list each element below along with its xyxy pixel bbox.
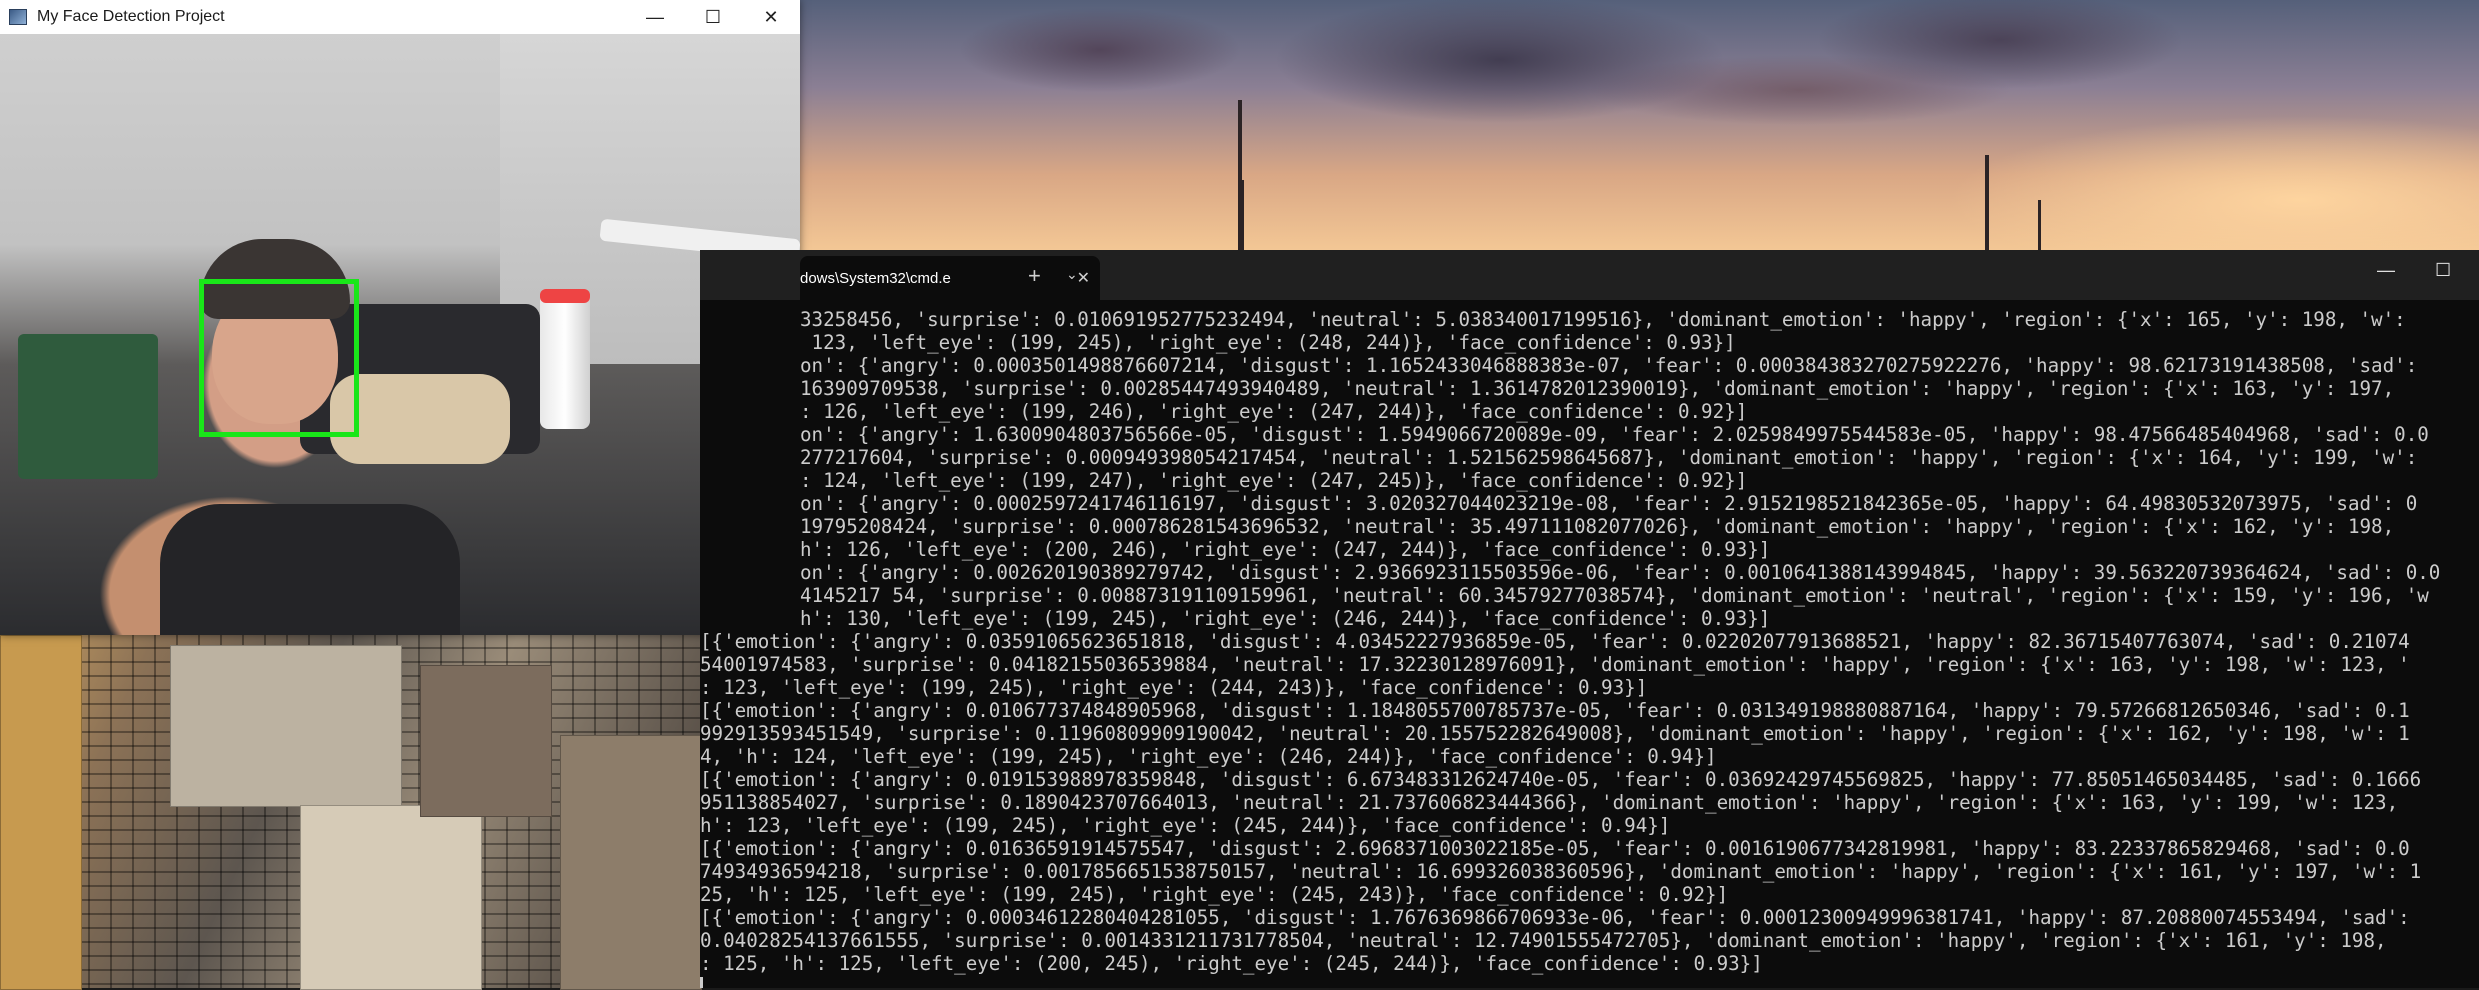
lamp	[540, 289, 590, 429]
terminal-minimize-button[interactable]: —	[2377, 260, 2395, 281]
terminal-line: on': {'angry': 1.6300904803756566e-05, '…	[800, 423, 2429, 446]
terminal-output[interactable]: 33258456, 'surprise': 0.0106919527752324…	[700, 300, 2479, 988]
minimize-button[interactable]: —	[626, 0, 684, 34]
window-title: My Face Detection Project	[37, 8, 225, 25]
terminal-line: h': 123, 'left_eye': (199, 245), 'right_…	[700, 814, 1671, 837]
terminal-line: [{'emotion': {'angry': 0.000346122804042…	[700, 906, 2410, 929]
person-shirt	[160, 504, 460, 635]
terminal-window: dows\System32\cmd.e ✕ + ⌄ — ☐ 33258456, …	[700, 250, 2479, 988]
terminal-line: 0.04028254137661555, 'surprise': 0.00143…	[700, 929, 2387, 952]
antenna	[2038, 200, 2041, 250]
terminal-line: : 126, 'left_eye': (199, 246), 'right_ey…	[800, 400, 1748, 423]
terminal-line: 54001974583, 'surprise': 0.0418215503653…	[700, 653, 2410, 676]
terminal-line: [{'emotion': {'angry': 0.016365919145755…	[700, 837, 2410, 860]
terminal-tab[interactable]: dows\System32\cmd.e ✕	[800, 256, 1100, 300]
terminal-line: : 124, 'left_eye': (199, 247), 'right_ey…	[800, 469, 1748, 492]
antenna	[1985, 155, 1989, 250]
lamp-light	[540, 289, 590, 303]
terminal-line: [{'emotion': {'angry': 0.010677374848905…	[700, 699, 2410, 722]
terminal-line: [{'emotion': {'angry': 0.019153988978359…	[700, 768, 2422, 791]
building	[0, 635, 82, 990]
building	[300, 805, 482, 990]
terminal-line: h': 130, 'left_eye': (199, 245), 'right_…	[800, 607, 1771, 630]
tab-dropdown-button[interactable]: ⌄	[1066, 266, 1078, 283]
terminal-maximize-button[interactable]: ☐	[2435, 260, 2451, 281]
webcam-frame	[0, 34, 800, 635]
terminal-line: [{'emotion': {'angry': 0.035910656236518…	[700, 630, 2410, 653]
window-controls: — ☐ ✕	[626, 0, 800, 34]
terminal-line: on': {'angry': 0.0003501498876607214, 'd…	[800, 354, 2418, 377]
terminal-line: h': 126, 'left_eye': (200, 246), 'right_…	[800, 538, 1771, 561]
building	[170, 645, 402, 807]
close-tab-icon[interactable]: ✕	[1077, 268, 1090, 288]
terminal-line: 33258456, 'surprise': 0.0106919527752324…	[800, 308, 2406, 331]
close-button[interactable]: ✕	[742, 0, 800, 34]
terminal-line: 74934936594218, 'surprise': 0.0017856651…	[700, 860, 2422, 883]
terminal-tab-bar[interactable]: dows\System32\cmd.e ✕ + ⌄ — ☐	[700, 250, 2479, 300]
new-tab-button[interactable]: +	[1028, 263, 1041, 289]
terminal-line: 4145217 54, 'surprise': 0.00887319110915…	[800, 584, 2429, 607]
terminal-line: : 125, 'h': 125, 'left_eye': (200, 245),…	[700, 952, 1763, 975]
antenna	[1238, 100, 1242, 104]
green-bag	[18, 334, 158, 479]
terminal-cursor	[700, 977, 703, 988]
building	[420, 665, 552, 817]
terminal-line: : 123, 'left_eye': (199, 245), 'right_ey…	[700, 676, 1648, 699]
antenna	[1238, 180, 1244, 250]
terminal-line: 19795208424, 'surprise': 0.0007862815436…	[800, 515, 2395, 538]
terminal-tab-title: dows\System32\cmd.e	[800, 269, 951, 287]
desktop-wallpaper-sky	[800, 0, 2479, 250]
app-icon	[9, 9, 27, 25]
terminal-line: 25, 'h': 125, 'left_eye': (199, 245), 'r…	[700, 883, 1729, 906]
desktop-wallpaper-city	[0, 635, 702, 990]
terminal-line: 163909709538, 'surprise': 0.002854474939…	[800, 377, 2395, 400]
face-detection-box	[199, 279, 359, 437]
terminal-line: 992913593451549, 'surprise': 0.119608099…	[700, 722, 2410, 745]
terminal-line: 123, 'left_eye': (199, 245), 'right_eye'…	[800, 331, 1736, 354]
maximize-button[interactable]: ☐	[684, 0, 742, 34]
terminal-line: on': {'angry': 0.002620190389279742, 'di…	[800, 561, 2441, 584]
building	[560, 735, 702, 990]
terminal-line: on': {'angry': 0.0002597241746116197, 'd…	[800, 492, 2418, 515]
terminal-line: 4, 'h': 124, 'left_eye': (199, 245), 'ri…	[700, 745, 1717, 768]
title-bar[interactable]: My Face Detection Project — ☐ ✕	[0, 0, 800, 34]
face-detection-window: My Face Detection Project — ☐ ✕	[0, 0, 800, 635]
terminal-line: 277217604, 'surprise': 0.000949398054217…	[800, 446, 2418, 469]
terminal-line: 951138854027, 'surprise': 0.189042370766…	[700, 791, 2399, 814]
